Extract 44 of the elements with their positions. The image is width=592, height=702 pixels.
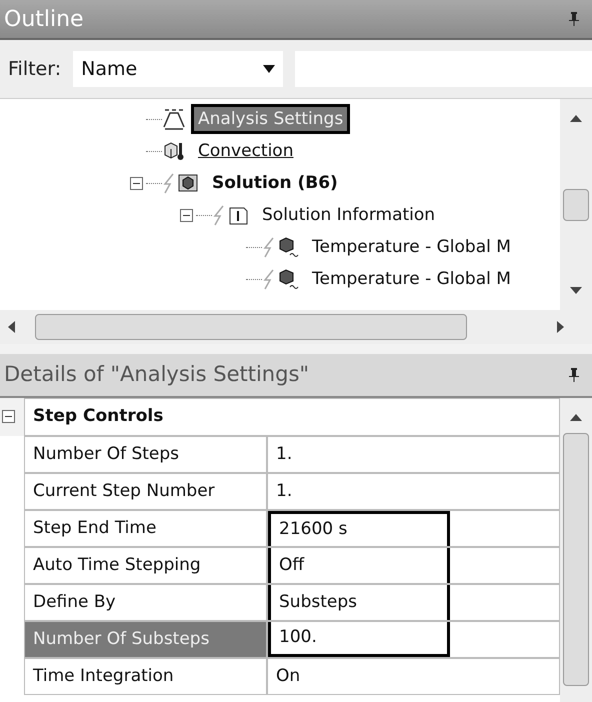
panel-title: Details of "Analysis Settings" <box>4 361 310 388</box>
tree-item[interactable]: Temperature - Global M <box>308 267 515 291</box>
property-value[interactable]: 1. <box>268 474 300 509</box>
property-label[interactable]: Number Of Substeps <box>24 621 267 658</box>
property-label[interactable]: Step End Time <box>24 510 267 547</box>
scroll-left-icon[interactable] <box>8 321 15 333</box>
lightning-icon <box>162 172 176 194</box>
lightning-icon <box>212 204 226 226</box>
scroll-thumb[interactable] <box>563 433 589 686</box>
pin-icon[interactable] <box>568 367 580 383</box>
lightning-icon <box>262 268 276 290</box>
scroll-up-icon[interactable] <box>570 414 582 421</box>
filter-dropdown[interactable]: Name <box>73 51 284 87</box>
vertical-scrollbar[interactable] <box>560 398 592 702</box>
property-value[interactable]: On <box>268 659 308 694</box>
property-label[interactable]: Current Step Number <box>24 473 267 510</box>
tree-item[interactable]: Solution (B6) <box>208 171 342 195</box>
filter-label: Filter: <box>8 56 62 82</box>
tree-item[interactable]: Temperature - Global M <box>308 235 515 259</box>
horizontal-scrollbar[interactable] <box>0 310 592 344</box>
property-label[interactable]: Number Of Steps <box>24 436 267 473</box>
collapse-toggle[interactable] <box>180 208 193 222</box>
tree-item[interactable]: Solution Information <box>258 203 440 227</box>
panel-title: Outline <box>4 6 84 34</box>
scroll-right-icon[interactable] <box>557 321 564 333</box>
tree-item[interactable]: Analysis Settings <box>194 107 348 131</box>
property-label[interactable]: Auto Time Stepping <box>24 547 267 584</box>
property-label[interactable]: Time Integration <box>24 658 267 695</box>
property-value[interactable]: 21600 s <box>268 511 450 546</box>
scroll-down-icon[interactable] <box>570 287 582 294</box>
scroll-thumb[interactable] <box>563 188 589 220</box>
vertical-scrollbar[interactable] <box>560 99 592 310</box>
lightning-icon <box>262 236 276 258</box>
dropdown-arrow-icon <box>263 65 276 73</box>
property-value[interactable]: 100. <box>268 622 450 657</box>
collapse-toggle[interactable] <box>130 176 143 190</box>
collapse-toggle[interactable] <box>2 410 15 423</box>
tree-item[interactable]: Convection <box>194 139 298 163</box>
scroll-up-icon[interactable] <box>570 115 582 122</box>
scroll-thumb[interactable] <box>35 314 467 340</box>
property-value[interactable]: 1. <box>268 437 300 472</box>
property-label[interactable]: Define By <box>24 584 267 621</box>
group-header[interactable]: Step Controls <box>24 398 560 436</box>
pin-icon[interactable] <box>568 11 580 27</box>
